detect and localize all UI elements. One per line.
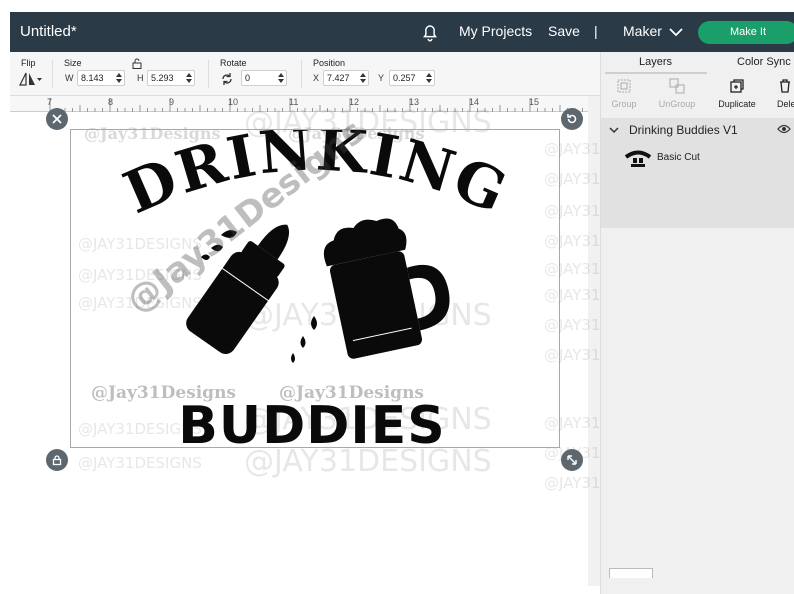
- duplicate-icon: [730, 79, 744, 93]
- design-bounding-box[interactable]: DRINKING BUDDIES @Jay31Designs @Jay31Des…: [70, 111, 560, 449]
- tab-layers[interactable]: Layers: [639, 56, 672, 68]
- rotate-icon: [567, 114, 577, 124]
- edit-toolbar: Flip Size W 8.143 H 5.293 Rotate 0 Posit…: [10, 52, 600, 96]
- ruler-number: 15: [529, 97, 540, 107]
- trash-icon: [780, 79, 790, 93]
- ruler-number: 8: [108, 97, 114, 107]
- rotate-handle[interactable]: [561, 108, 583, 130]
- save-button[interactable]: Save: [548, 23, 580, 39]
- layer-group-name: Drinking Buddies V1: [629, 123, 738, 137]
- my-projects-link[interactable]: My Projects: [459, 23, 532, 39]
- chevron-down-icon[interactable]: [609, 126, 619, 134]
- close-icon: [52, 114, 62, 124]
- layer-thumbnail: [624, 150, 652, 167]
- ungroup-icon: [669, 78, 685, 94]
- bell-icon[interactable]: [419, 21, 441, 43]
- y-stepper-icon[interactable]: [425, 72, 433, 84]
- watermark: @JAY31DESIGNS: [78, 454, 202, 472]
- lock-icon: [52, 455, 62, 466]
- design-subtitle-text: BUDDIES: [178, 396, 446, 449]
- ruler-number: 9: [169, 97, 175, 107]
- divider: [301, 60, 302, 88]
- y-label: Y: [378, 73, 385, 83]
- watermark: @Jay31Designs: [279, 383, 424, 403]
- machine-select[interactable]: Maker: [623, 23, 662, 39]
- ungroup-button[interactable]: UnGroup: [657, 78, 697, 109]
- make-it-button[interactable]: Make It: [698, 21, 794, 44]
- delete-button[interactable]: Dele: [777, 78, 794, 109]
- lock-handle[interactable]: [46, 449, 68, 471]
- x-stepper-icon[interactable]: [359, 72, 367, 84]
- layers-panel: Layers Color Sync Group UnGroup Duplicat…: [600, 52, 794, 594]
- divider: [208, 60, 209, 88]
- group-button[interactable]: Group: [611, 78, 637, 109]
- lock-icon[interactable]: [132, 58, 142, 69]
- project-title[interactable]: Untitled*: [20, 23, 77, 40]
- width-stepper-icon[interactable]: [115, 72, 123, 84]
- beer-mug-graphic: [323, 218, 450, 359]
- resize-handle[interactable]: [561, 449, 583, 471]
- separator: |: [594, 23, 598, 39]
- tab-color-sync[interactable]: Color Sync: [737, 56, 791, 68]
- size-label: Size: [64, 58, 82, 68]
- flip-label: Flip: [21, 58, 36, 68]
- group-icon: [617, 79, 631, 93]
- delete-handle[interactable]: [46, 108, 68, 130]
- rotate-label: Rotate: [220, 58, 247, 68]
- delete-label: Dele: [777, 99, 794, 109]
- duplicate-button[interactable]: Duplicate: [717, 78, 757, 109]
- chevron-down-icon[interactable]: [668, 25, 684, 39]
- ruler-number: 10: [228, 97, 239, 107]
- top-bar: Untitled* My Projects Save | Maker Make …: [10, 12, 794, 52]
- layer-group-item[interactable]: Drinking Buddies V1 Basic Cut: [601, 118, 794, 228]
- position-label: Position: [313, 58, 346, 68]
- height-stepper-icon[interactable]: [185, 72, 193, 84]
- active-tab-indicator: [605, 72, 707, 74]
- ungroup-label: UnGroup: [658, 99, 696, 109]
- rotate-stepper-icon[interactable]: [277, 72, 285, 84]
- rotate-icon[interactable]: [220, 72, 234, 86]
- watermark: @Jay31Designs: [91, 383, 236, 403]
- flip-icon[interactable]: [18, 72, 42, 86]
- height-label: H: [137, 73, 144, 83]
- layer-cut-type: Basic Cut: [657, 152, 700, 163]
- width-label: W: [65, 73, 74, 83]
- watermark: @JAY31DESIGNS: [244, 444, 492, 479]
- divider: [52, 60, 53, 88]
- ruler-number: 7: [47, 97, 53, 107]
- panel-scroll-handle[interactable]: [609, 568, 653, 578]
- eye-icon[interactable]: [777, 124, 791, 134]
- resize-arrows-icon: [567, 455, 577, 465]
- x-label: X: [313, 73, 320, 83]
- group-label: Group: [611, 99, 637, 109]
- duplicate-label: Duplicate: [718, 99, 756, 109]
